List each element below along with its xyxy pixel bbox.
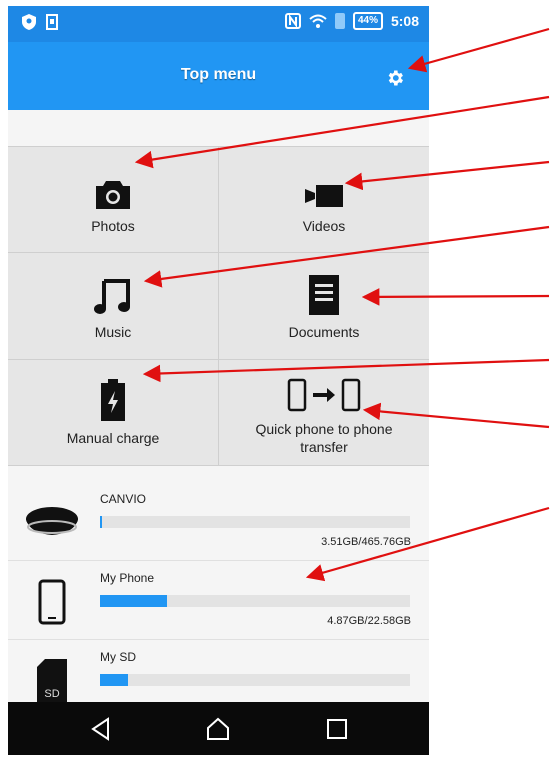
external-drive-icon <box>26 507 78 535</box>
documents-tile[interactable]: Documents <box>219 253 429 359</box>
status-bar: 44% 5:08 <box>8 6 429 42</box>
tile-label: Documents <box>288 323 360 340</box>
back-icon[interactable] <box>88 716 114 742</box>
document-icon <box>309 274 339 315</box>
sim-icon <box>46 14 58 30</box>
music-note-icon <box>94 278 130 314</box>
storage-usage-bar <box>100 674 410 686</box>
music-tile[interactable]: Music <box>8 253 218 359</box>
tile-label: Videos <box>302 217 346 234</box>
video-camera-icon <box>305 184 343 207</box>
bluetooth-icon <box>334 13 345 29</box>
recents-icon[interactable] <box>324 716 350 742</box>
battery-icon: 44% <box>352 12 383 30</box>
photos-tile[interactable]: Photos <box>8 147 218 253</box>
tile-label: Manual charge <box>66 430 160 447</box>
storage-item-my-phone[interactable]: My Phone 4.87GB/22.58GB <box>8 561 429 640</box>
wifi-icon <box>309 14 327 28</box>
shield-icon <box>22 14 36 30</box>
videos-tile[interactable]: Videos <box>219 147 429 253</box>
home-icon[interactable] <box>205 716 231 742</box>
sd-card-icon: SD <box>37 659 67 703</box>
storage-usage-fill <box>100 595 167 607</box>
storage-name: CANVIO <box>100 492 147 506</box>
battery-charge-icon <box>101 379 125 422</box>
storage-name: My Phone <box>100 571 155 585</box>
phone-transfer-tile[interactable]: Quick phone to phone transfer <box>219 359 429 465</box>
navigation-bar <box>8 702 429 755</box>
phone-transfer-icon <box>287 379 361 412</box>
status-time: 5:08 <box>390 13 419 29</box>
storage-usage-fill <box>100 674 128 686</box>
gear-icon[interactable] <box>385 68 405 88</box>
tile-label: Quick phone to phone transfer <box>255 421 393 456</box>
menu-grid: Photos Videos Music Documents Manual cha… <box>8 146 429 466</box>
svg-text:SD: SD <box>44 688 59 700</box>
storage-item-canvio[interactable]: CANVIO 3.51GB/465.76GB <box>8 482 429 561</box>
nfc-icon <box>284 13 301 29</box>
smartphone-icon <box>38 579 66 625</box>
storage-usage-bar <box>100 516 410 528</box>
storage-usage-bar <box>100 595 410 607</box>
tile-label: Music <box>94 323 132 340</box>
storage-name: My SD <box>100 650 136 664</box>
page-title: Top menu <box>180 66 257 83</box>
phone-screen: 44% 5:08 Top menu Photos Videos Music Do… <box>8 6 429 755</box>
tile-label: Photos <box>91 217 135 234</box>
storage-size: 4.87GB/22.58GB <box>327 615 411 627</box>
manual-charge-tile[interactable]: Manual charge <box>8 359 218 465</box>
app-bar: Top menu <box>8 42 429 110</box>
annotation-arrow-settings <box>407 27 550 73</box>
storage-size: 3.51GB/465.76GB <box>321 536 411 548</box>
storage-list: CANVIO 3.51GB/465.76GB My Phone 4.87GB/2… <box>8 482 429 719</box>
camera-icon <box>96 180 130 209</box>
storage-usage-fill <box>100 516 103 528</box>
